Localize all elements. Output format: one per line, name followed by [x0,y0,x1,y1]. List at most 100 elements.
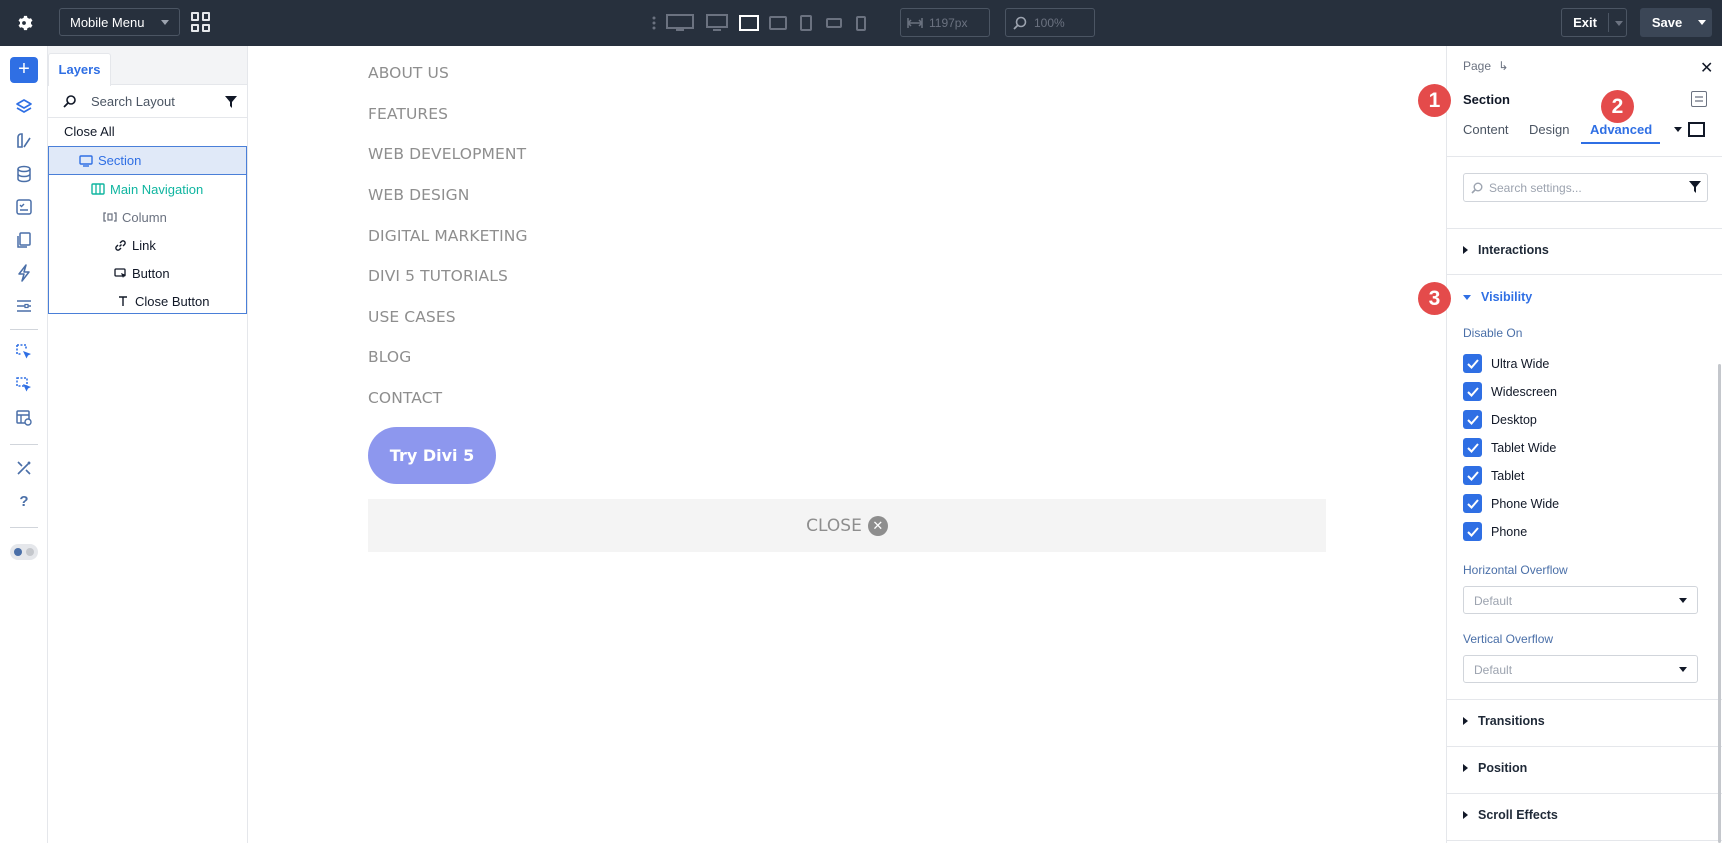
layer-button[interactable]: Button [49,259,246,287]
checkbox-checked-icon[interactable] [1463,438,1482,457]
checkbox-tablet[interactable]: Tablet [1463,466,1524,485]
builder-canvas: ABOUT US FEATURES WEB DEVELOPMENT WEB DE… [248,46,1446,843]
tablet-device-icon[interactable] [792,10,820,36]
select-cursor-icon[interactable] [12,340,36,364]
layout-settings-icon[interactable] [12,406,36,430]
layout-dropdown[interactable]: Mobile Menu [59,8,180,36]
more-vertical-icon[interactable] [648,10,660,36]
menu-link-web-development[interactable]: WEB DEVELOPMENT [368,145,526,163]
menu-link-about[interactable]: ABOUT US [368,64,449,82]
mode-toggle[interactable] [10,544,38,560]
checkbox-checked-icon[interactable] [1463,354,1482,373]
filter-icon[interactable] [225,96,237,111]
design-brush-icon[interactable] [12,129,36,153]
checkbox-phone-wide[interactable]: Phone Wide [1463,494,1559,513]
section-icon [78,153,94,169]
tab-square-icon[interactable] [1688,122,1705,137]
layers-search[interactable]: Search Layout [48,86,247,118]
layer-link[interactable]: Link [49,231,246,259]
checkbox-checked-icon[interactable] [1463,466,1482,485]
grid-layout-icon[interactable] [191,12,211,32]
section-position[interactable]: Position [1463,761,1527,775]
tab-content[interactable]: Content [1463,122,1509,137]
preset-icon[interactable] [1691,91,1707,107]
breadcrumb[interactable]: Page ↳ [1463,59,1508,73]
left-icon-rail: + ? [0,46,48,843]
form-checklist-icon[interactable] [12,195,36,219]
pages-copy-icon[interactable] [12,228,36,252]
settings-panel: Page ↳ ✕ Section Content Design Advanced… [1446,46,1722,843]
checkbox-phone[interactable]: Phone [1463,522,1527,541]
checkbox-checked-icon[interactable] [1463,410,1482,429]
checkbox-checked-icon[interactable] [1463,494,1482,513]
row-icon [90,181,106,197]
chevron-down-icon [161,20,169,25]
menu-link-contact[interactable]: CONTACT [368,389,442,407]
lightning-icon[interactable] [12,261,36,285]
layers-icon[interactable] [12,95,36,119]
menu-link-use-cases[interactable]: USE CASES [368,308,456,326]
widescreen-device-icon[interactable] [700,10,734,36]
ultra-wide-device-icon[interactable] [660,10,700,36]
exit-button[interactable]: Exit [1561,8,1627,37]
section-scroll-effects[interactable]: Scroll Effects [1463,808,1558,822]
caret-right-icon [1463,246,1468,254]
vertical-overflow-select[interactable]: Default [1463,655,1698,683]
section-transitions[interactable]: Transitions [1463,714,1545,728]
layers-search-placeholder: Search Layout [91,94,175,109]
layer-main-navigation[interactable]: Main Navigation [49,175,246,203]
add-module-button[interactable]: + [10,57,38,83]
settings-gear-icon[interactable] [12,11,36,35]
zoom-input[interactable]: 100% [1005,8,1095,37]
tab-layers[interactable]: Layers [48,53,111,86]
section-interactions[interactable]: Interactions [1463,243,1549,257]
tablet-wide-device-icon[interactable] [764,10,792,36]
canvas-width-input[interactable]: 1197px [900,8,990,37]
annotation-badge-1: 1 [1418,84,1451,117]
try-divi-button[interactable]: Try Divi 5 [368,427,496,484]
menu-link-divi-5-tutorials[interactable]: DIVI 5 TUTORIALS [368,267,508,285]
layer-column[interactable]: Column [49,203,246,231]
settings-search-input[interactable]: Search settings... [1463,173,1708,202]
checkbox-tablet-wide[interactable]: Tablet Wide [1463,438,1556,457]
checkbox-checked-icon[interactable] [1463,522,1482,541]
menu-link-blog[interactable]: BLOG [368,348,411,366]
save-chevron-down-icon[interactable] [1698,20,1706,25]
phone-wide-device-icon[interactable] [820,10,848,36]
phone-device-icon[interactable] [848,10,874,36]
layer-label: Link [132,237,156,253]
close-all-button[interactable]: Close All [64,124,115,139]
checkbox-ultra-wide[interactable]: Ultra Wide [1463,354,1549,373]
panel-scrollbar[interactable] [1718,364,1721,843]
database-icon[interactable] [12,162,36,186]
tab-design[interactable]: Design [1529,122,1569,137]
menu-link-web-design[interactable]: WEB DESIGN [368,186,469,204]
checkbox-checked-icon[interactable] [1463,382,1482,401]
help-icon[interactable]: ? [12,489,36,513]
checkbox-widescreen[interactable]: Widescreen [1463,382,1557,401]
caret-right-icon [1463,764,1468,772]
filter-icon[interactable] [1689,181,1701,196]
menu-link-features[interactable]: FEATURES [368,105,448,123]
section-visibility[interactable]: Visibility [1463,290,1532,304]
settings-search-placeholder: Search settings... [1489,180,1582,195]
top-toolbar: Mobile Menu 1197px 100% Exit Save [0,0,1722,46]
tabs-chevron-down-icon[interactable] [1674,127,1682,132]
horizontal-overflow-select[interactable]: Default [1463,586,1698,614]
list-settings-icon[interactable] [12,294,36,318]
exit-chevron-down-icon[interactable] [1615,21,1623,26]
multi-select-cursor-icon[interactable] [12,373,36,397]
save-button[interactable]: Save [1640,8,1712,37]
menu-link-digital-marketing[interactable]: DIGITAL MARKETING [368,227,528,245]
section-label: Visibility [1481,290,1533,304]
layer-section[interactable]: Section [49,147,246,175]
close-menu-bar[interactable]: CLOSE ✕ [368,499,1326,552]
checkbox-desktop[interactable]: Desktop [1463,410,1537,429]
width-arrows-icon [901,17,929,29]
tools-wrench-icon[interactable] [12,456,36,480]
close-icon[interactable]: ✕ [1700,58,1713,78]
layer-close-button[interactable]: Close Button [49,287,246,315]
desktop-device-icon[interactable] [734,10,764,36]
layer-label: Column [122,209,167,225]
tab-advanced[interactable]: Advanced [1590,122,1652,137]
